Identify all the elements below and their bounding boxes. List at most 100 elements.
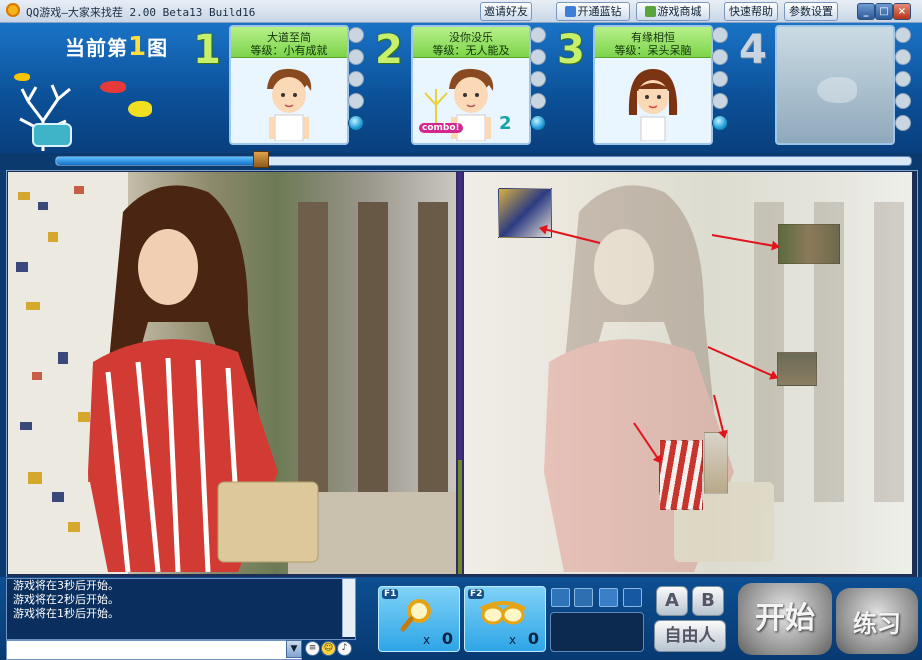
image-divider-accent [458, 460, 462, 574]
combo-badge: combo! [419, 123, 463, 133]
item-goggles-icon[interactable] [574, 588, 593, 607]
game-mall-button[interactable]: 游戏商城 [636, 2, 710, 21]
speaker-icon[interactable]: ♪ [337, 641, 352, 656]
close-button[interactable]: × [893, 3, 911, 20]
difference-patch[interactable] [778, 224, 840, 264]
fish-icon [128, 101, 152, 117]
player-level: 等级：无人能及 [432, 44, 510, 57]
player-card: 大道至简 等级：小有成就 [229, 25, 349, 145]
player-slot-3[interactable]: 3 有缘相恒 等级：呆头呆脑 [557, 25, 729, 149]
difference-patch[interactable] [659, 440, 703, 510]
player-card-header: 有缘相恒 等级：呆头呆脑 [595, 27, 711, 58]
current-round-prefix: 当前第 [65, 36, 128, 60]
magnifier-icon [400, 599, 431, 632]
fish-icon [817, 77, 857, 103]
status-dot [712, 27, 728, 43]
seat-number: 2 [375, 27, 403, 73]
player-side-indicators [712, 27, 728, 139]
empty-seat-card [775, 25, 895, 145]
status-dot [895, 49, 911, 65]
quick-help-button[interactable]: 快速帮助 [724, 2, 778, 21]
seat-number: 3 [557, 27, 585, 73]
status-dot [348, 71, 364, 87]
male-avatar-icon [267, 68, 312, 141]
player-slot-2[interactable]: 2 没你没乐 等级：无人能及 combo! 2 [375, 25, 547, 149]
item-gift-icon[interactable] [599, 588, 618, 607]
invite-friends-button[interactable]: 邀请好友 [480, 2, 532, 21]
current-round-suffix: 图 [147, 36, 169, 60]
b-button[interactable]: B [692, 586, 724, 616]
emoticon-icon[interactable]: ☺ [321, 641, 336, 656]
difference-patch[interactable] [704, 432, 728, 494]
tool-count: 0 [527, 629, 539, 648]
tool-multiplier: x [423, 633, 431, 647]
player-slot-1[interactable]: 1 大道至简 等级：小有成就 [193, 25, 365, 149]
round-timer-bar [55, 156, 912, 166]
status-dot [348, 93, 364, 109]
player-side-indicators [895, 27, 911, 139]
fish-icon [14, 73, 30, 81]
tool-count: 0 [441, 629, 453, 648]
title-bar: QQ游戏—大家来找茬 2.00 Beta13 Build16 邀请好友 开通蓝钻… [0, 0, 922, 23]
practice-button[interactable]: 练习 [836, 588, 918, 654]
timer-marker-icon [253, 151, 270, 168]
seat-number: 4 [739, 27, 767, 73]
female-avatar-icon [628, 69, 678, 141]
player-slot-4[interactable]: 4 [739, 25, 917, 149]
open-bluediamond-label: 开通蓝钻 [577, 5, 622, 18]
phrase-icon[interactable]: ≡ [305, 641, 320, 656]
status-dot [530, 71, 546, 87]
status-dot [530, 27, 546, 43]
tool-hotkey: F1 [382, 589, 399, 599]
mall-icon [644, 6, 656, 17]
ready-gem-icon [530, 115, 546, 131]
start-button[interactable]: 开始 [738, 583, 832, 655]
status-dot [348, 49, 364, 65]
status-dot [348, 27, 364, 43]
player-side-indicators [530, 27, 546, 139]
fish-icon [100, 81, 126, 93]
status-dot [712, 93, 728, 109]
maximize-button[interactable]: □ [875, 3, 893, 20]
player-level: 等级：呆头呆脑 [614, 44, 692, 57]
chat-line: 游戏将在2秒后开始。 [13, 593, 119, 606]
open-bluediamond-button[interactable]: 开通蓝钻 [556, 2, 630, 21]
chat-line: 游戏将在3秒后开始。 [13, 579, 119, 592]
player-card-header: 大道至简 等级：小有成就 [231, 27, 347, 58]
item-magnifier-icon[interactable] [551, 588, 570, 607]
window-title: QQ游戏—大家来找茬 2.00 Beta13 Build16 [26, 6, 256, 19]
settings-button[interactable]: 参数设置 [784, 2, 838, 21]
status-dot [895, 71, 911, 87]
status-dot [895, 93, 911, 109]
original-image[interactable] [8, 172, 456, 574]
player-card: 没你没乐 等级：无人能及 combo! 2 [411, 25, 531, 145]
status-dot [895, 115, 911, 131]
minimize-button[interactable]: _ [857, 3, 875, 20]
chat-scrollbar[interactable] [342, 579, 355, 637]
tool-multiplier: x [509, 633, 517, 647]
item-slot-icon[interactable] [623, 588, 642, 607]
goggles-icon [480, 601, 526, 625]
ready-gem-icon [712, 115, 728, 131]
qq-game-logo-icon [6, 3, 20, 17]
difference-patch[interactable] [777, 352, 817, 386]
a-button[interactable]: A [656, 586, 688, 616]
status-dot [530, 93, 546, 109]
game-mall-label: 游戏商城 [657, 5, 702, 18]
original-photo [8, 172, 456, 574]
player-side-indicators [348, 27, 364, 139]
status-dot [530, 49, 546, 65]
modified-image[interactable] [464, 172, 912, 574]
goggles-tool-button[interactable]: F2 x 0 [464, 586, 546, 652]
magnifier-tool-button[interactable]: F1 x 0 [378, 586, 460, 652]
chat-dropdown-button[interactable]: ▼ [286, 640, 302, 658]
item-info-box [550, 612, 644, 652]
player-level: 等级：小有成就 [250, 44, 328, 57]
chat-input[interactable] [6, 640, 302, 660]
firework-icon [424, 89, 448, 123]
free-agent-button[interactable]: 自由人 [654, 620, 726, 652]
combo-count: 2 [499, 113, 512, 134]
player-card: 有缘相恒 等级：呆头呆脑 [593, 25, 713, 145]
chat-log[interactable]: 游戏将在3秒后开始。 游戏将在2秒后开始。 游戏将在1秒后开始。 [6, 578, 356, 640]
status-dot [712, 49, 728, 65]
